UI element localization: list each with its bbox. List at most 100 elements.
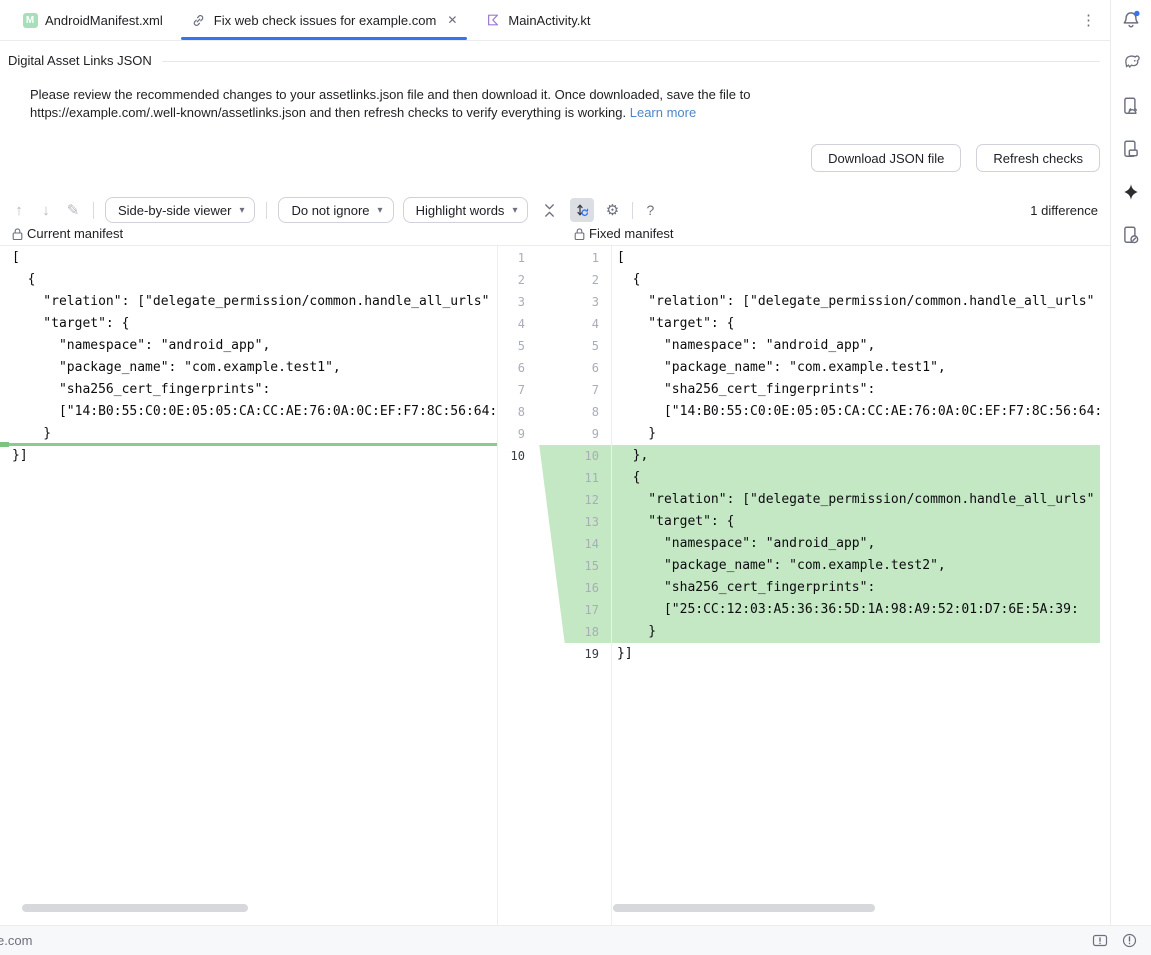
code-line: "namespace": "android_app", — [612, 335, 1100, 357]
manifest-file-icon: M — [22, 12, 38, 28]
ignore-policy-dropdown[interactable]: Do not ignore ▾ — [278, 197, 393, 223]
code-line: "sha256_cert_fingerprints": — [0, 379, 497, 401]
code-line: [ — [0, 247, 497, 269]
diff-toolbar: ↑ ↓ ✎ Side-by-side viewer ▾ Do not ignor… — [10, 196, 1098, 224]
line-number: 5 — [498, 335, 599, 357]
lock-icon — [12, 227, 23, 241]
fixed-manifest-header: Fixed manifest — [574, 226, 674, 241]
instructions-line2: https://example.com/.well-known/assetlin… — [30, 105, 626, 120]
action-buttons: Download JSON file Refresh checks — [811, 144, 1100, 172]
current-manifest-pane[interactable]: [ { "relation": ["delegate_permission/co… — [0, 246, 497, 925]
tabbar-spacer — [604, 0, 1081, 40]
diff-gutter: 12345678910 1234567891011121314151617181… — [497, 246, 612, 925]
code-line: "package_name": "com.example.test1", — [612, 357, 1100, 379]
code-line: "relation": ["delegate_permission/common… — [0, 291, 497, 313]
current-manifest-header: Current manifest — [12, 226, 123, 241]
chevron-down-icon: ▾ — [239, 205, 244, 216]
line-number: 12 — [498, 489, 599, 511]
right-horizontal-scrollbar[interactable] — [613, 904, 875, 912]
code-line: }] — [0, 445, 497, 467]
left-horizontal-scrollbar[interactable] — [22, 904, 248, 912]
previous-difference-icon[interactable]: ↑ — [10, 202, 28, 219]
tab-androidmanifest[interactable]: M AndroidManifest.xml — [8, 0, 177, 40]
code-line: "sha256_cert_fingerprints": — [612, 577, 1100, 599]
pane-headers: Current manifest Fixed manifest — [0, 226, 1110, 245]
collapse-unchanged-icon[interactable] — [537, 198, 561, 222]
synchronize-scrolling-icon[interactable] — [570, 198, 594, 222]
toolbar-separator — [93, 202, 94, 219]
line-number: 10 — [498, 445, 599, 467]
next-difference-icon[interactable]: ↓ — [37, 202, 55, 219]
refresh-checks-button[interactable]: Refresh checks — [976, 144, 1100, 172]
gear-icon[interactable]: ⚙ — [603, 201, 621, 219]
editor-tab-bar: M AndroidManifest.xml Fix web check issu… — [0, 0, 1110, 41]
ignore-policy-value: Do not ignore — [291, 203, 369, 218]
code-line: "package_name": "com.example.test2", — [612, 555, 1100, 577]
edit-icon[interactable]: ✎ — [64, 201, 82, 219]
fixed-manifest-pane[interactable]: [ { "relation": ["delegate_permission/co… — [612, 246, 1100, 925]
status-icons — [1092, 933, 1137, 948]
chevron-down-icon: ▾ — [378, 205, 383, 216]
app-links-assistant-icon[interactable] — [1118, 222, 1144, 248]
app-links-panel: Digital Asset Links JSON Please review t… — [0, 41, 1110, 925]
code-line: ["25:CC:12:03:A5:36:36:5D:1A:98:A9:52:01… — [612, 599, 1100, 621]
line-number: 7 — [498, 379, 599, 401]
line-number: 15 — [498, 555, 599, 577]
line-number: 4 — [498, 313, 599, 335]
tab-close-icon[interactable]: ✕ — [447, 13, 457, 27]
line-number: 13 — [498, 511, 599, 533]
tab-mainactivity[interactable]: MainActivity.kt — [471, 0, 604, 40]
code-line: "namespace": "android_app", — [0, 335, 497, 357]
line-number: 1 — [498, 247, 599, 269]
section-divider — [162, 61, 1100, 62]
code-line: { — [612, 467, 1100, 489]
code-line: ["14:B0:55:C0:0E:05:05:CA:CC:AE:76:0A:0C… — [612, 401, 1100, 423]
difference-count: 1 difference — [1030, 203, 1098, 218]
notifications-bell-icon[interactable] — [1118, 7, 1144, 33]
right-line-numbers: 12345678910111213141516171819 — [498, 246, 599, 665]
instructions-text: Please review the recommended changes to… — [30, 86, 1070, 122]
code-line: { — [0, 269, 497, 291]
viewer-mode-value: Side-by-side viewer — [118, 203, 231, 218]
gemini-sparkle-icon[interactable] — [1118, 179, 1144, 205]
viewer-mode-dropdown[interactable]: Side-by-side viewer ▾ — [105, 197, 255, 223]
code-line: } — [0, 423, 497, 445]
line-number: 8 — [498, 401, 599, 423]
section-header: Digital Asset Links JSON — [8, 53, 1100, 68]
help-icon[interactable]: ? — [646, 202, 654, 218]
event-tooltip-icon[interactable] — [1092, 934, 1108, 948]
tab-fix-web-check[interactable]: Fix web check issues for example.com ✕ — [177, 0, 472, 40]
device-manager-icon[interactable] — [1118, 93, 1144, 119]
line-number: 17 — [498, 599, 599, 621]
highlight-mode-dropdown[interactable]: Highlight words ▾ — [403, 197, 529, 223]
diff-viewer: [ { "relation": ["delegate_permission/co… — [0, 245, 1110, 925]
insertion-gutter-mark — [0, 442, 9, 447]
code-line: [ — [612, 247, 1100, 269]
problems-info-icon[interactable] — [1122, 933, 1137, 948]
fixed-manifest-title: Fixed manifest — [589, 226, 674, 241]
running-devices-icon[interactable] — [1118, 136, 1144, 162]
code-line: ["14:B0:55:C0:0E:05:05:CA:CC:AE:76:0A:0C… — [0, 401, 497, 423]
code-line: "namespace": "android_app", — [612, 533, 1100, 555]
android-studio-window: M AndroidManifest.xml Fix web check issu… — [0, 0, 1151, 955]
status-text: e.com — [0, 933, 32, 948]
download-json-button[interactable]: Download JSON file — [811, 144, 961, 172]
code-line: { — [612, 269, 1100, 291]
current-manifest-title: Current manifest — [27, 226, 123, 241]
chevron-down-icon: ▾ — [512, 205, 517, 216]
line-number: 11 — [498, 467, 599, 489]
status-bar: e.com — [0, 925, 1151, 955]
line-number: 6 — [498, 357, 599, 379]
insertion-point-line — [9, 443, 497, 446]
tab-label: Fix web check issues for example.com — [214, 13, 437, 28]
line-number: 19 — [498, 643, 599, 665]
lock-icon — [574, 227, 585, 241]
code-line: "relation": ["delegate_permission/common… — [612, 291, 1100, 313]
line-number: 18 — [498, 621, 599, 643]
learn-more-link[interactable]: Learn more — [630, 105, 696, 120]
code-line: "target": { — [612, 511, 1100, 533]
tab-options-icon[interactable]: ⋮ — [1081, 13, 1096, 28]
gradle-icon[interactable] — [1118, 50, 1144, 76]
link-icon — [191, 12, 207, 28]
toolbar-separator — [266, 202, 267, 219]
